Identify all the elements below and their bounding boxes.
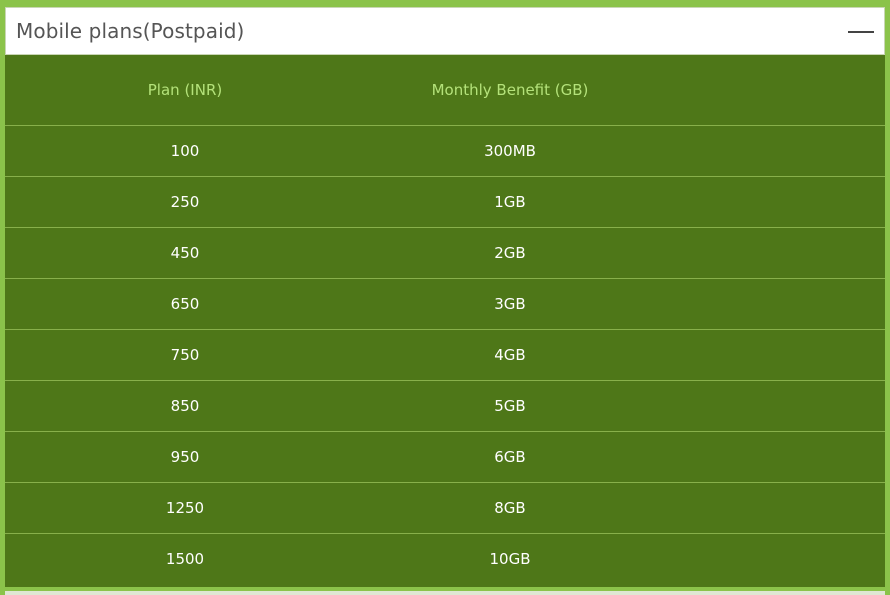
- benefit-cell: 5GB: [365, 380, 655, 432]
- empty-cell: [655, 125, 885, 177]
- table-row: 650 3GB: [5, 278, 885, 330]
- empty-cell: [655, 380, 885, 432]
- plan-cell: 450: [5, 227, 365, 279]
- plan-cell: 1250: [5, 482, 365, 534]
- empty-cell: [655, 278, 885, 330]
- benefit-cell: 4GB: [365, 329, 655, 381]
- plans-table: Plan (INR) Monthly Benefit (GB) 100 300M…: [5, 55, 885, 584]
- table-row: 100 300MB: [5, 125, 885, 177]
- table-row: 850 5GB: [5, 380, 885, 432]
- collapse-minus-icon[interactable]: [848, 31, 874, 33]
- benefit-cell: 10GB: [489, 550, 531, 568]
- plan-cell: 1500: [165, 550, 205, 568]
- table-row: 750 4GB: [5, 329, 885, 381]
- empty-cell: [655, 329, 885, 381]
- plan-cell: 850: [5, 380, 365, 432]
- plans-panel: Mobile plans(Postpaid) Plan (INR) Monthl…: [5, 7, 885, 587]
- benefit-cell: 8GB: [365, 482, 655, 534]
- column-header-empty: [655, 55, 885, 126]
- empty-cell: [655, 227, 885, 279]
- panel-title: Mobile plans(Postpaid): [16, 19, 245, 43]
- table-row: 1250 8GB: [5, 482, 885, 534]
- benefit-cell: 1GB: [365, 176, 655, 228]
- table-row: 950 6GB: [5, 431, 885, 483]
- table-row: 250 1GB: [5, 176, 885, 228]
- table-header-row: Plan (INR) Monthly Benefit (GB): [5, 55, 885, 126]
- empty-cell: [655, 534, 885, 585]
- table-row: 1500 10GB: [5, 534, 885, 585]
- benefit-cell: 300MB: [365, 125, 655, 177]
- empty-cell: [655, 176, 885, 228]
- column-header-benefit: Monthly Benefit (GB): [365, 55, 655, 126]
- benefit-cell: 6GB: [365, 431, 655, 483]
- next-panel-edge: [5, 591, 885, 595]
- table-row: 450 2GB: [5, 227, 885, 279]
- plan-cell: 750: [5, 329, 365, 381]
- column-header-plan: Plan (INR): [5, 55, 365, 126]
- plan-cell: 250: [5, 176, 365, 228]
- plan-cell: 100: [5, 125, 365, 177]
- plan-cell: 650: [5, 278, 365, 330]
- empty-cell: [655, 431, 885, 483]
- plan-cell: 950: [5, 431, 365, 483]
- panel-header[interactable]: Mobile plans(Postpaid): [5, 7, 885, 55]
- empty-cell: [655, 482, 885, 534]
- benefit-cell: 2GB: [365, 227, 655, 279]
- benefit-cell: 3GB: [365, 278, 655, 330]
